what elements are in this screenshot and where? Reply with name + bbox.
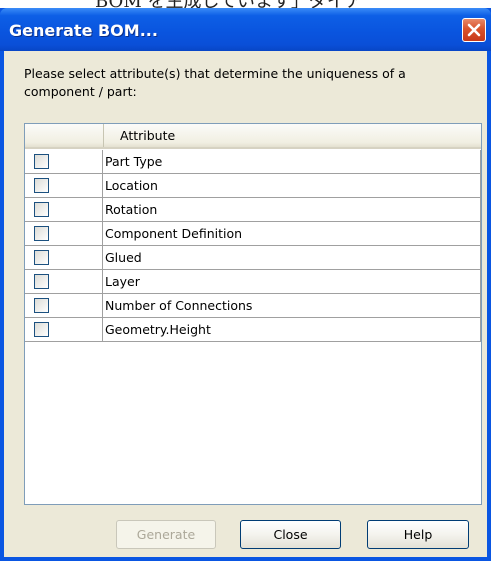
row-select-cell <box>25 294 103 317</box>
row-checkbox[interactable] <box>34 322 49 337</box>
row-select-cell <box>25 318 103 341</box>
table-row[interactable]: Rotation <box>25 198 481 222</box>
attribute-cell: Layer <box>105 274 140 289</box>
table-row[interactable]: Glued <box>25 246 481 270</box>
instruction-text: Please select attribute(s) that determin… <box>24 66 406 99</box>
attribute-cell: Component Definition <box>105 226 243 241</box>
row-checkbox[interactable] <box>34 250 49 265</box>
attribute-cell: Number of Connections <box>105 298 253 313</box>
row-select-cell <box>25 150 103 173</box>
row-right-edge <box>480 198 481 221</box>
row-checkbox[interactable] <box>34 178 49 193</box>
attribute-cell: Rotation <box>105 202 158 217</box>
generate-button[interactable]: Generate <box>116 520 216 549</box>
row-checkbox[interactable] <box>34 298 49 313</box>
table-row[interactable]: Location <box>25 174 481 198</box>
row-checkbox[interactable] <box>34 154 49 169</box>
dialog-client-area: Please select attribute(s) that determin… <box>4 51 487 557</box>
row-right-edge <box>480 270 481 293</box>
row-right-edge <box>480 150 481 173</box>
window-title: Generate BOM... <box>9 21 158 40</box>
title-bar[interactable]: Generate BOM... <box>0 8 491 51</box>
row-select-cell <box>25 198 103 221</box>
close-button[interactable]: Close <box>240 520 341 549</box>
row-select-cell <box>25 174 103 197</box>
row-right-edge <box>480 318 481 341</box>
row-select-cell <box>25 222 103 245</box>
row-right-edge <box>480 294 481 317</box>
row-checkbox[interactable] <box>34 274 49 289</box>
row-right-edge <box>480 222 481 245</box>
background-caption: BOM を生成しています」ダイア <box>95 0 363 8</box>
attribute-cell: Location <box>105 178 158 193</box>
attribute-cell: Glued <box>105 250 142 265</box>
column-header-attribute[interactable]: Attribute <box>104 124 175 147</box>
row-right-edge <box>480 246 481 269</box>
row-select-cell <box>25 246 103 269</box>
grid-header: Attribute <box>25 124 481 149</box>
background-document-text: BOM を生成しています」ダイア <box>0 0 491 8</box>
close-icon <box>467 23 481 37</box>
row-right-edge <box>480 174 481 197</box>
attribute-cell: Geometry.Height <box>105 322 211 337</box>
row-checkbox[interactable] <box>34 202 49 217</box>
row-select-cell <box>25 270 103 293</box>
table-row[interactable]: Part Type <box>25 150 481 174</box>
table-row[interactable]: Component Definition <box>25 222 481 246</box>
grid-rows: Part Type Location Rotation Component Defin… <box>25 150 481 342</box>
window-close-button[interactable] <box>462 18 486 42</box>
column-header-select[interactable] <box>25 124 104 147</box>
table-row[interactable]: Layer <box>25 270 481 294</box>
row-checkbox[interactable] <box>34 226 49 241</box>
table-row[interactable]: Number of Connections <box>25 294 481 318</box>
attribute-cell: Part Type <box>105 154 163 169</box>
help-button[interactable]: Help <box>367 520 469 549</box>
attribute-grid: Attribute Part Type Location Rotation Compo… <box>24 123 482 505</box>
table-row[interactable]: Geometry.Height <box>25 318 481 342</box>
generate-bom-dialog: Generate BOM... Please select attribute(… <box>0 8 491 561</box>
